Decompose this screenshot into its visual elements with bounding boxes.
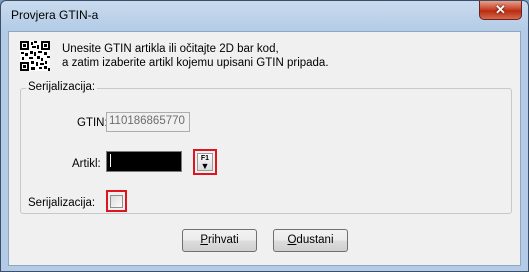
accept-label: rihvati: [207, 234, 239, 246]
serialization-group: Serijalizacija: GTIN: 110186865770 Artik…: [20, 81, 512, 214]
dialog-client-area: Unesite GTIN artikla ili očitajte 2D bar…: [8, 31, 521, 266]
close-icon: ✕: [495, 2, 506, 17]
instructions-line-2: a zatim izaberite artikl kojemu upisani …: [62, 57, 329, 69]
text-caret: [110, 154, 111, 167]
title-bar[interactable]: Provjera GTIN-a ✕: [1, 1, 528, 31]
instructions-line-1: Unesite GTIN artikla ili očitajte 2D bar…: [62, 43, 279, 55]
cancel-button[interactable]: Odustani: [273, 229, 348, 252]
accept-mnemonic: P: [200, 234, 208, 246]
serialization-checkbox-highlight: [106, 190, 127, 212]
qr-code-icon: [20, 41, 50, 71]
serialization-checkbox[interactable]: [110, 195, 123, 208]
gtin-label: GTIN:: [77, 117, 108, 129]
cancel-label: dustani: [296, 234, 334, 246]
lookup-f1-button[interactable]: F1 ▼: [197, 153, 213, 171]
serialization-label: Serijalizacija:: [28, 197, 96, 209]
close-button[interactable]: ✕: [479, 1, 522, 20]
dropdown-arrow-icon: ▼: [200, 160, 210, 171]
artikl-input[interactable]: [106, 151, 182, 172]
gtin-field[interactable]: 110186865770: [106, 112, 190, 132]
window-title: Provjera GTIN-a: [11, 8, 99, 22]
lookup-highlight: F1 ▼: [193, 149, 217, 175]
artikl-label: Artikl:: [72, 158, 101, 170]
group-label: Serijalizacija:: [26, 81, 98, 93]
dialog-window: Provjera GTIN-a ✕ Unesite GTIN artikla i…: [0, 0, 529, 272]
instructions-text: Unesite GTIN artikla ili očitajte 2D bar…: [62, 42, 329, 70]
accept-button[interactable]: Prihvati: [182, 229, 257, 252]
